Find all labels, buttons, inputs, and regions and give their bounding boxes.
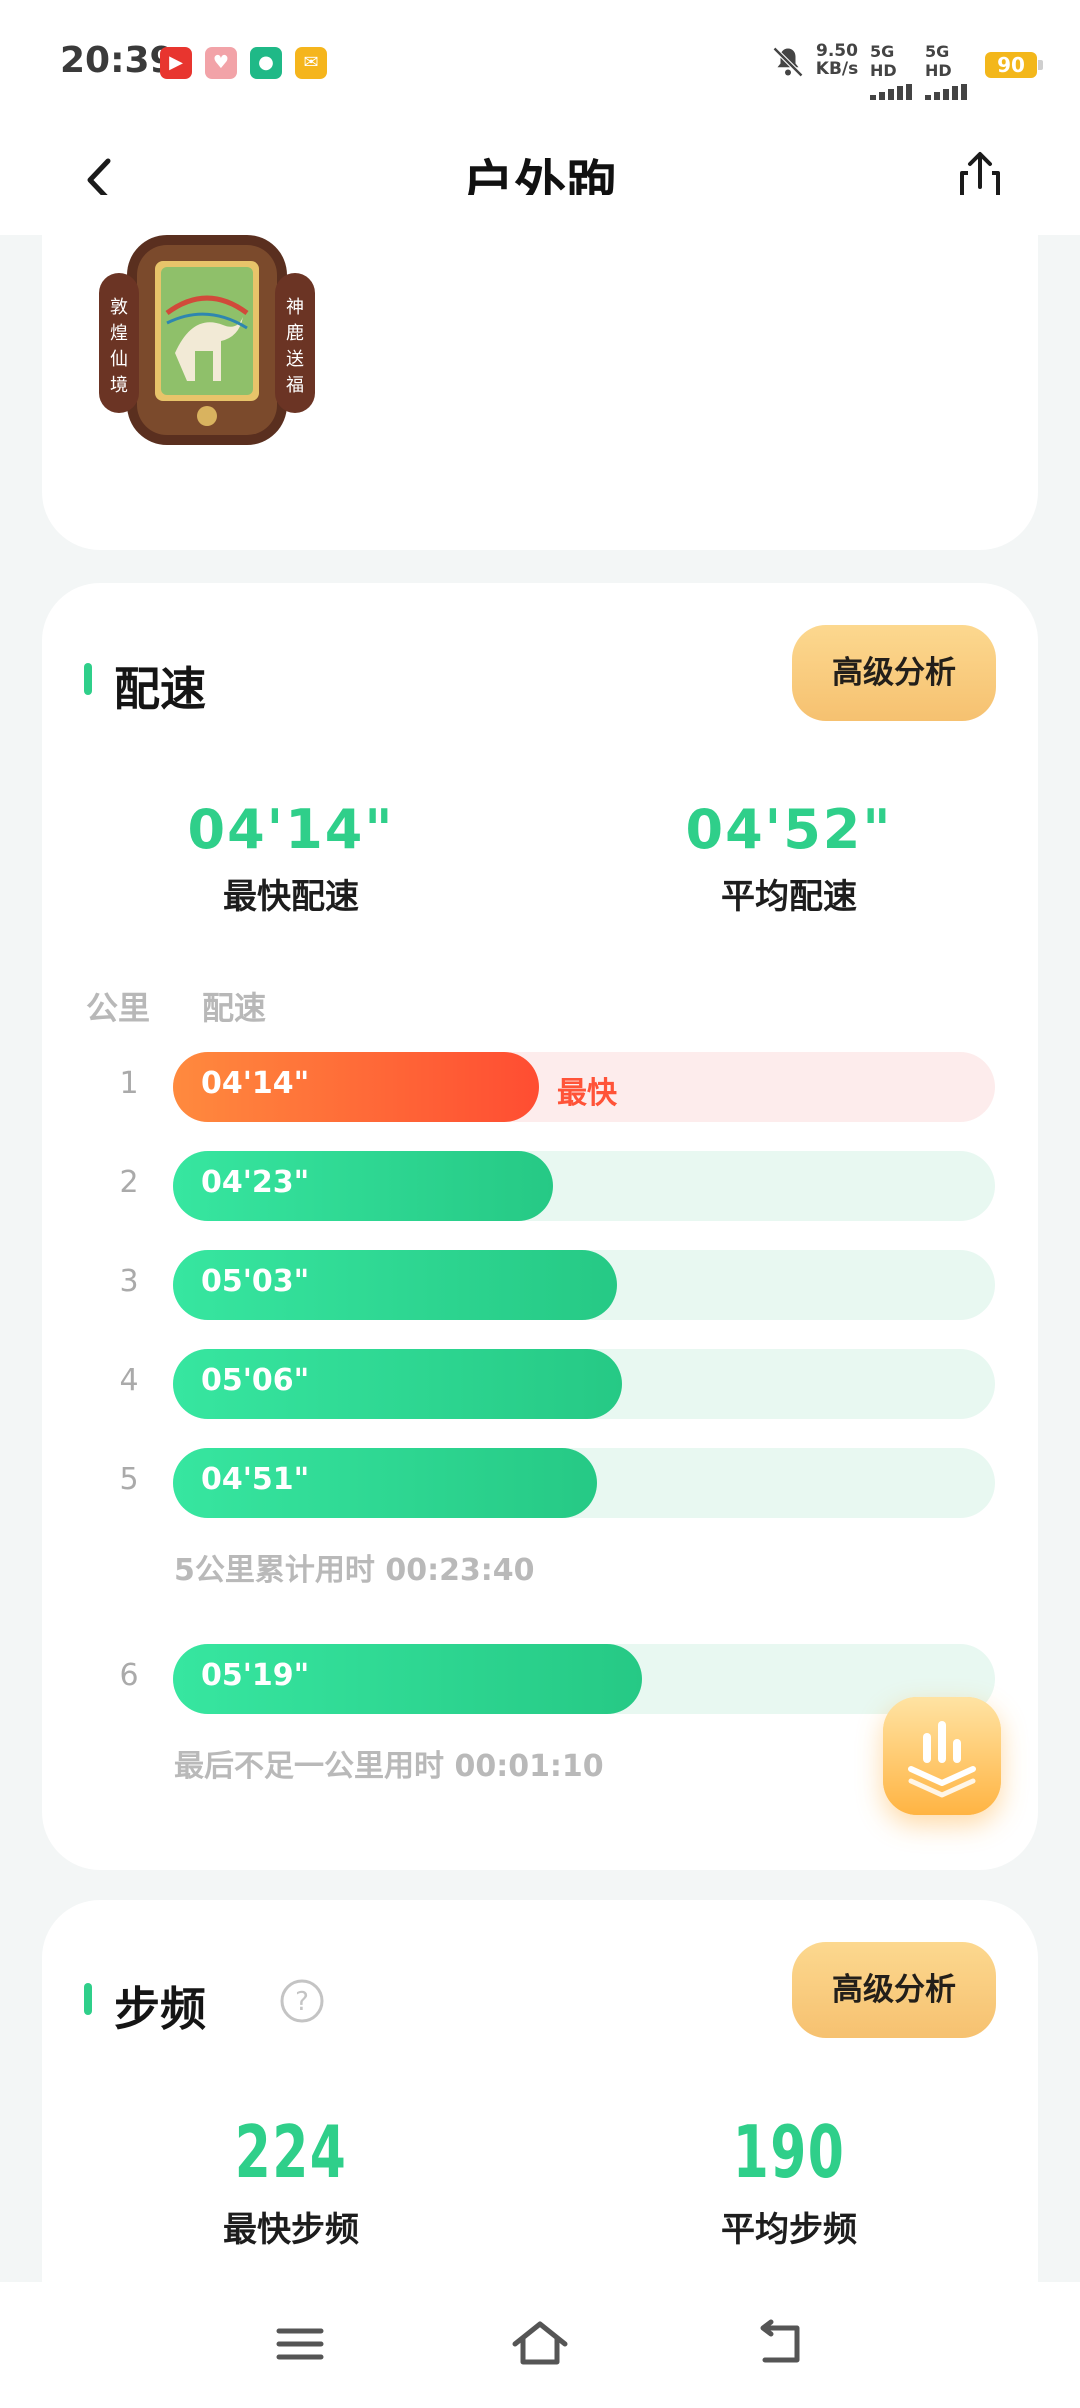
accent-bar xyxy=(84,663,92,695)
pace-track: 05'06" xyxy=(173,1349,995,1419)
pace-track: 04'23" xyxy=(173,1151,995,1221)
pace-value: 04'51" xyxy=(201,1462,310,1497)
video-app-icon: ▶ xyxy=(160,47,192,79)
fastest-cadence-value: 224 xyxy=(234,2110,348,2194)
net-speed: 9.50 KB/s xyxy=(812,42,862,78)
medal-image[interactable]: 敦 煌 仙 境 神 鹿 送 福 xyxy=(97,233,317,448)
pace-row: 4 05'06" xyxy=(42,1349,1038,1419)
pace-track: 04'14" 最快 xyxy=(173,1052,995,1122)
fastest-pace-label: 最快配速 xyxy=(223,877,359,917)
pace-fill: 04'14" xyxy=(173,1052,539,1122)
pace-value: 05'06" xyxy=(201,1363,310,1398)
pace-track: 04'51" xyxy=(173,1448,995,1518)
pace-row: 2 04'23" xyxy=(42,1151,1038,1221)
pace-fill: 05'03" xyxy=(173,1250,617,1320)
signal-label: 5G HD xyxy=(925,42,952,80)
medal-right-char-2: 鹿 xyxy=(286,323,304,344)
medal-left-char-4: 境 xyxy=(110,375,128,396)
fastest-cadence-label: 最快步频 xyxy=(223,2210,359,2250)
pace-advanced-analysis-button[interactable]: 高级分析 xyxy=(792,625,996,721)
medal-left-char-3: 仙 xyxy=(110,349,128,370)
mail-app-icon: ✉ xyxy=(295,47,327,79)
pace-card: 配速 高级分析 04'14" 最快配速 04'52" 平均配速 公里 配速 1 … xyxy=(42,583,1038,1870)
medal-card: 敦 煌 仙 境 神 鹿 送 福 xyxy=(42,195,1038,550)
medal-right-char-1: 神 xyxy=(286,297,304,318)
pace-value: 05'19" xyxy=(201,1658,310,1693)
fastest-cadence-stat: 224 最快步频 xyxy=(91,2110,491,2251)
pace-track: 05'03" xyxy=(173,1250,995,1320)
signal-indicator-1: 5G HD xyxy=(870,42,924,100)
last-partial-km-note: 最后不足一公里用时 00:01:10 xyxy=(174,1749,604,1784)
pace-value: 04'23" xyxy=(201,1165,310,1200)
average-pace-stat: 04'52" 平均配速 xyxy=(589,798,989,918)
signal-bars-icon xyxy=(870,84,924,100)
section-title: 配速 xyxy=(114,662,206,716)
average-cadence-value: 190 xyxy=(732,2110,846,2194)
signal-bars-icon xyxy=(925,84,979,100)
svg-text:?: ? xyxy=(295,1987,309,2017)
signal-label: 5G HD xyxy=(870,42,897,80)
help-icon[interactable]: ? xyxy=(279,1978,325,2024)
home-icon[interactable] xyxy=(505,2314,575,2374)
row-km: 5 xyxy=(119,1462,139,1497)
system-nav-bar xyxy=(0,2282,1080,2408)
green-app-icon: ● xyxy=(250,47,282,79)
battery-tip xyxy=(1038,60,1043,70)
status-time: 20:39 xyxy=(60,40,175,81)
average-cadence-label: 平均步频 xyxy=(721,2210,857,2250)
signal-indicator-2: 5G HD xyxy=(925,42,979,100)
cumulative-time-note: 5公里累计用时 00:23:40 xyxy=(174,1553,535,1588)
accent-bar xyxy=(84,1983,92,2015)
medal-right-char-3: 送 xyxy=(286,349,304,370)
pace-row: 6 05'19" xyxy=(42,1644,1038,1714)
section-title: 步频 xyxy=(114,1982,206,2036)
net-speed-unit: KB/s xyxy=(815,59,859,79)
cadence-advanced-analysis-button[interactable]: 高级分析 xyxy=(792,1942,996,2038)
row-km: 4 xyxy=(119,1363,139,1398)
column-header-pace: 配速 xyxy=(202,989,267,1027)
pace-value: 04'14" xyxy=(201,1066,310,1101)
pace-track: 05'19" xyxy=(173,1644,995,1714)
row-km: 3 xyxy=(119,1264,139,1299)
average-pace-label: 平均配速 xyxy=(721,877,857,917)
fastest-tag: 最快 xyxy=(557,1076,617,1111)
status-bar: 20:39 ▶ ♥ ● ✉ 9.50 KB/s 5G HD 5G HD 90 xyxy=(0,0,1080,125)
medal-left-char-1: 敦 xyxy=(110,297,128,318)
row-km: 2 xyxy=(119,1165,139,1200)
average-cadence-stat: 190 平均步频 xyxy=(589,2110,989,2251)
average-pace-value: 04'52" xyxy=(685,798,893,861)
pace-fill: 05'19" xyxy=(173,1644,642,1714)
column-header-km: 公里 xyxy=(86,989,151,1027)
row-km: 6 xyxy=(119,1658,139,1693)
battery-indicator: 90 xyxy=(985,52,1037,78)
pace-row: 1 04'14" 最快 xyxy=(42,1052,1038,1122)
pace-row: 5 04'51" xyxy=(42,1448,1038,1518)
fastest-pace-stat: 04'14" 最快配速 xyxy=(91,798,491,918)
pace-fill: 04'23" xyxy=(173,1151,553,1221)
medal-left-char-2: 煌 xyxy=(110,323,128,344)
net-speed-value: 9.50 xyxy=(816,41,858,61)
pace-value: 05'03" xyxy=(201,1264,310,1299)
row-km: 1 xyxy=(119,1066,139,1101)
menu-icon[interactable] xyxy=(265,2314,335,2374)
medal-right-char-4: 福 xyxy=(286,375,304,396)
heart-app-icon: ♥ xyxy=(205,47,237,79)
floating-stats-button[interactable] xyxy=(883,1697,1001,1815)
pace-fill: 04'51" xyxy=(173,1448,597,1518)
back-nav-icon[interactable] xyxy=(745,2314,815,2374)
mute-bell-icon xyxy=(772,46,804,78)
pace-fill: 05'06" xyxy=(173,1349,622,1419)
fastest-pace-value: 04'14" xyxy=(187,798,395,861)
pace-row: 3 05'03" xyxy=(42,1250,1038,1320)
